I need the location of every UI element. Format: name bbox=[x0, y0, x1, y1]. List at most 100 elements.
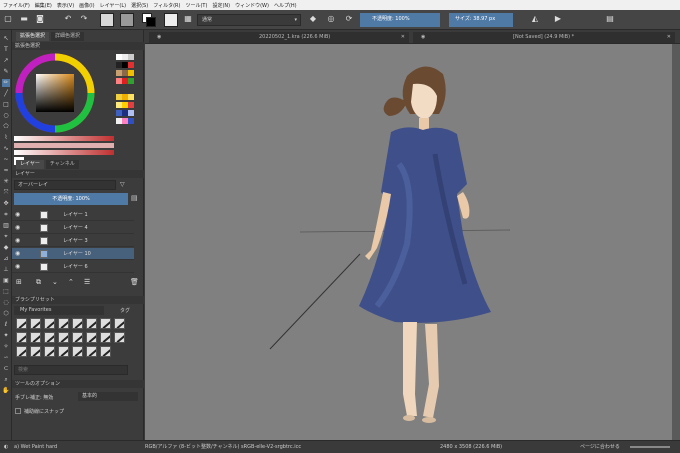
brush-preset[interactable] bbox=[72, 332, 83, 343]
mirror-horizontal-icon[interactable]: ◭ bbox=[530, 14, 540, 24]
smoothing-select[interactable]: 基本的 bbox=[78, 392, 138, 401]
visibility-eye-icon[interactable]: ◉ bbox=[15, 238, 23, 244]
measure-tool-icon[interactable]: ⊥ bbox=[2, 266, 10, 274]
brush-preset[interactable] bbox=[30, 346, 41, 357]
reload-preset-icon[interactable]: ⟳ bbox=[344, 14, 354, 24]
pattern-swatch[interactable] bbox=[120, 13, 134, 27]
polygon-tool-icon[interactable]: ⬠ bbox=[2, 123, 10, 131]
layer-row-selected[interactable]: ◉ レイヤー 10 bbox=[12, 248, 134, 260]
visibility-eye-icon[interactable]: ◉ bbox=[15, 264, 23, 270]
duplicate-layer-icon[interactable]: ⧉ bbox=[36, 278, 41, 287]
freehand-path-tool-icon[interactable]: ~ bbox=[2, 156, 10, 164]
brush-preset[interactable] bbox=[58, 318, 69, 329]
brush-preset[interactable] bbox=[72, 318, 83, 329]
foreground-color-swatch[interactable] bbox=[146, 17, 156, 27]
zoom-tool-icon[interactable]: ⌕ bbox=[2, 376, 10, 384]
brush-preset[interactable] bbox=[58, 346, 69, 357]
brush-preset[interactable] bbox=[16, 346, 27, 357]
preserve-alpha-icon[interactable]: ◎ bbox=[326, 14, 336, 24]
menu-image[interactable]: 画像(I) bbox=[79, 2, 94, 9]
brush-preset[interactable] bbox=[30, 318, 41, 329]
tab-layers[interactable]: レイヤー bbox=[16, 160, 44, 169]
brush-preset[interactable] bbox=[30, 332, 41, 343]
rect-select-icon[interactable]: ⬚ bbox=[2, 288, 10, 296]
calligraphy-tool-icon[interactable]: ✎ bbox=[2, 68, 10, 76]
line-tool-icon[interactable]: ╱ bbox=[2, 90, 10, 98]
brush-preset[interactable] bbox=[58, 332, 69, 343]
pan-tool-icon[interactable]: ✋ bbox=[2, 387, 10, 395]
similar-select-icon[interactable]: ✧ bbox=[2, 343, 10, 351]
menu-filter[interactable]: フィルタ(R) bbox=[153, 2, 180, 9]
ellipse-select-icon[interactable]: ◌ bbox=[2, 299, 10, 307]
visibility-eye-icon[interactable]: ◉ bbox=[15, 212, 23, 218]
menu-help[interactable]: ヘルプ(H) bbox=[274, 2, 297, 9]
brush-preset[interactable] bbox=[16, 318, 27, 329]
snap-checkbox[interactable] bbox=[15, 408, 21, 414]
layer-opacity-slider[interactable]: 不透明度: 100% bbox=[14, 193, 128, 205]
canvas[interactable] bbox=[145, 44, 680, 440]
layer-blend-select[interactable]: オーバーレイ bbox=[14, 180, 116, 190]
layer-row[interactable]: ◉ レイヤー 1 bbox=[12, 209, 134, 221]
tab-advanced-color[interactable]: 拡張色選択 bbox=[16, 32, 50, 41]
multibrush-tool-icon[interactable]: ✳ bbox=[2, 178, 10, 186]
brush-tag-select[interactable]: My Favorites bbox=[14, 306, 104, 315]
zoom-select[interactable]: ページに合わせる bbox=[580, 441, 620, 453]
polyline-tool-icon[interactable]: ⌇ bbox=[2, 134, 10, 142]
edit-shape-tool-icon[interactable]: ↗ bbox=[2, 57, 10, 65]
visibility-eye-icon[interactable]: ◉ bbox=[15, 225, 23, 231]
wrap-around-icon[interactable]: ▶ bbox=[553, 14, 563, 24]
rectangle-tool-icon[interactable]: □ bbox=[2, 101, 10, 109]
zoom-slider[interactable] bbox=[630, 446, 670, 448]
contiguous-select-icon[interactable]: ✦ bbox=[2, 332, 10, 340]
move-down-icon[interactable]: ⌄ bbox=[52, 278, 58, 286]
document-tab[interactable]: ◉ 20220502_1.kra (226.6 MiB) ✕ bbox=[149, 32, 409, 43]
brush-preset[interactable] bbox=[100, 346, 111, 357]
close-icon[interactable]: ✕ bbox=[667, 32, 671, 43]
eraser-mode-icon[interactable]: ◆ bbox=[308, 14, 318, 24]
brush-preset[interactable] bbox=[114, 318, 125, 329]
tab-channels[interactable]: チャンネル bbox=[45, 160, 79, 169]
color-selector[interactable] bbox=[14, 50, 114, 170]
transform-tool-icon[interactable]: ⤧ bbox=[2, 189, 10, 197]
brush-preset[interactable] bbox=[86, 346, 97, 357]
visibility-eye-icon[interactable]: ◉ bbox=[15, 251, 23, 257]
undo-icon[interactable]: ↶ bbox=[63, 14, 73, 24]
gradient-tool-icon[interactable]: ▥ bbox=[2, 222, 10, 230]
ellipse-tool-icon[interactable]: ○ bbox=[2, 112, 10, 120]
bezier-tool-icon[interactable]: ∿ bbox=[2, 145, 10, 153]
freehand-select-icon[interactable]: ℓ bbox=[2, 321, 10, 329]
brush-preset[interactable] bbox=[100, 318, 111, 329]
grid-options-icon[interactable]: ▦ bbox=[183, 14, 193, 24]
brush-search-input[interactable] bbox=[14, 365, 128, 375]
open-folder-icon[interactable]: ▬ bbox=[19, 14, 29, 24]
size-slider[interactable]: サイズ: 38.97 px bbox=[449, 13, 513, 27]
brush-preset[interactable] bbox=[16, 332, 27, 343]
brush-tool-icon[interactable]: ✏ bbox=[2, 79, 10, 87]
close-icon[interactable]: ✕ bbox=[401, 32, 405, 43]
select-shape-tool-icon[interactable]: ↖ bbox=[2, 35, 10, 43]
menu-edit[interactable]: 編集(E) bbox=[35, 2, 52, 9]
filter-icon[interactable]: ▽ bbox=[120, 181, 125, 188]
dynamic-brush-tool-icon[interactable]: ≈ bbox=[2, 167, 10, 175]
reference-tool-icon[interactable]: ▣ bbox=[2, 277, 10, 285]
save-icon[interactable]: ◙ bbox=[35, 14, 45, 24]
brush-preset[interactable] bbox=[44, 346, 55, 357]
tab-specific-color[interactable]: 詳細色選択 bbox=[51, 32, 85, 41]
text-tool-icon[interactable]: T bbox=[2, 46, 10, 54]
layer-row[interactable]: ◉ レイヤー 3 bbox=[12, 235, 134, 247]
layer-row[interactable]: ◉ レイヤー 6 bbox=[12, 261, 134, 273]
brush-preset[interactable] bbox=[44, 318, 55, 329]
layer-menu-icon[interactable]: ☰ bbox=[84, 278, 90, 286]
add-layer-icon[interactable]: ⊞ bbox=[16, 278, 22, 286]
brush-preset[interactable] bbox=[114, 332, 125, 343]
tag-button[interactable]: タグ bbox=[120, 307, 130, 314]
magnetic-select-icon[interactable]: ⊂ bbox=[2, 365, 10, 373]
move-tool-icon[interactable]: ✥ bbox=[2, 200, 10, 208]
brush-preset[interactable] bbox=[86, 332, 97, 343]
redo-icon[interactable]: ↷ bbox=[79, 14, 89, 24]
blend-mode-select[interactable]: 通常 ▾ bbox=[197, 14, 301, 26]
move-up-icon[interactable]: ⌃ bbox=[68, 278, 74, 286]
bezier-select-icon[interactable]: ∽ bbox=[2, 354, 10, 362]
menu-window[interactable]: ウィンドウ(W) bbox=[235, 2, 269, 9]
menu-view[interactable]: 表示(V) bbox=[57, 2, 74, 9]
